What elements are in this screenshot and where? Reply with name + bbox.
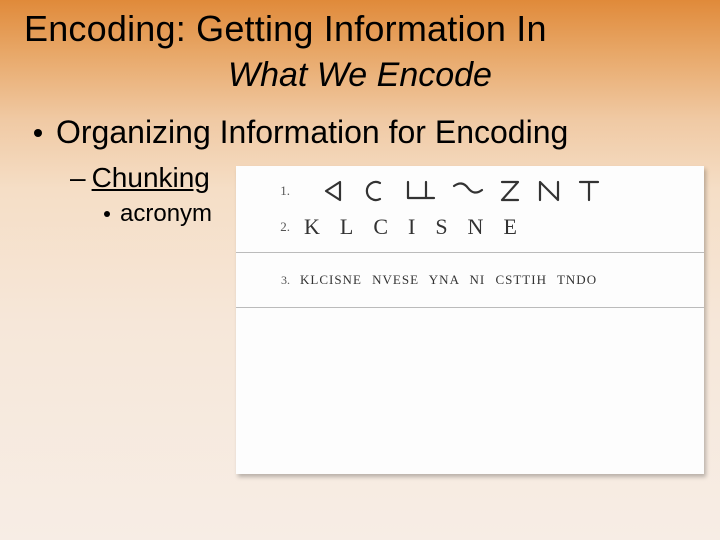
slide-subtitle: What We Encode: [0, 56, 720, 95]
row-number: 3.: [236, 273, 300, 288]
row-3-text: KLCISNE NVESE YNA NI CSTTIH TNDO: [300, 272, 597, 288]
bullet-dot-icon: [104, 211, 110, 217]
bullet-level-1-text: Organizing Information for Encoding: [56, 114, 568, 150]
figure-row-2: 2. KLCISNE: [236, 214, 704, 240]
figure-top-section: 1.: [236, 166, 704, 253]
bullet-level-1: Organizing Information for Encoding: [34, 114, 568, 151]
figure-row-3: 3. KLCISNE NVESE YNA NI CSTTIH TNDO: [236, 253, 704, 308]
slide-title: Encoding: Getting Information In: [24, 8, 547, 50]
row-number: 2.: [236, 219, 300, 235]
row-content: KLCISNE: [300, 214, 704, 240]
row-glyphs: [300, 178, 704, 204]
row-2-letters: KLCISNE: [300, 214, 537, 240]
slide: Encoding: Getting Information In What We…: [0, 0, 720, 540]
dash-icon: –: [70, 162, 86, 193]
abstract-glyphs-icon: [300, 178, 704, 204]
bullet-level-3-text: acronym: [120, 200, 212, 227]
bullet-level-2: –Chunking: [70, 162, 210, 194]
row-number: 1.: [236, 183, 300, 199]
bullet-dot-icon: [34, 129, 42, 137]
bullet-level-2-text: Chunking: [92, 162, 210, 193]
bullet-level-3: acronym: [104, 200, 212, 228]
figure-row-1: 1.: [236, 178, 704, 204]
chunking-figure: 1.: [236, 166, 704, 474]
